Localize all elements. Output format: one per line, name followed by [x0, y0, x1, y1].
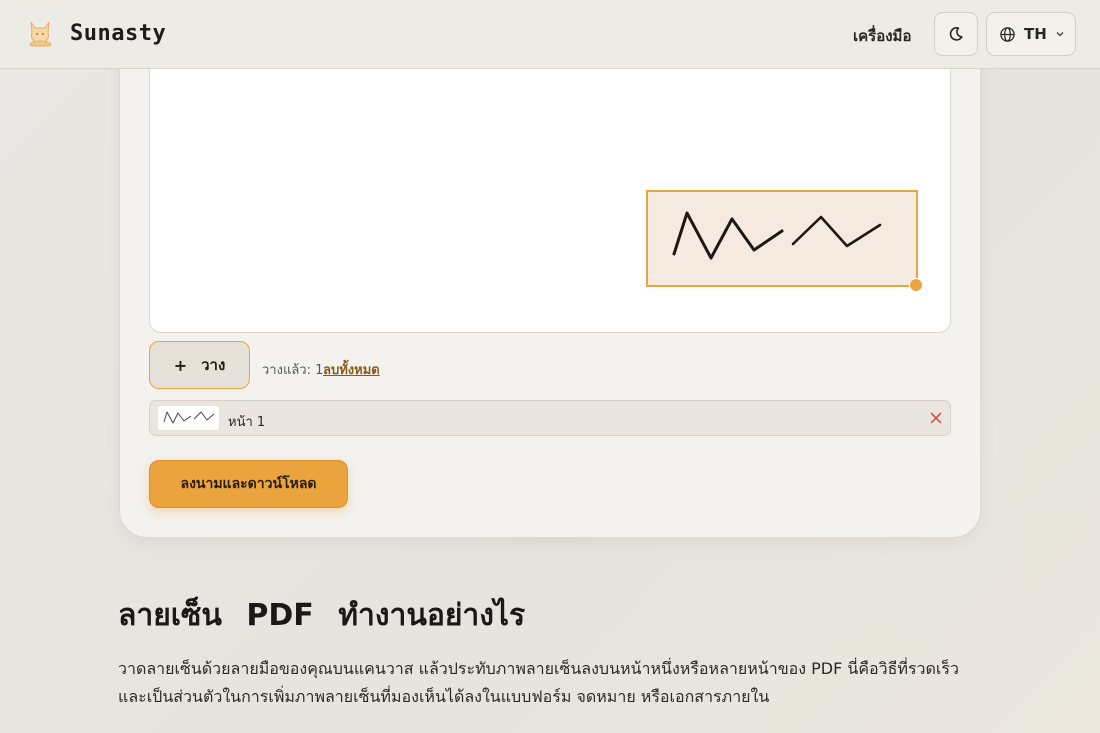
brand-link[interactable]: Sunasty [26, 18, 166, 48]
chevron-down-icon [1056, 32, 1064, 37]
brand-name: Sunasty [70, 20, 167, 46]
sign-and-download-button[interactable]: ลงนามและดาวน์โหลด [149, 460, 348, 508]
remove-placement-button[interactable] [928, 410, 944, 426]
placed-count: วางแล้ว: 1 [262, 363, 324, 378]
section-title: ลายเซ็น PDF ทำงานอย่างไร [118, 598, 526, 633]
nav-tools-link[interactable]: เครื่องมือ [853, 24, 911, 48]
top-navigation-bar: Sunasty เครื่องมือ TH [0, 0, 1100, 69]
clear-all-link[interactable]: ลบทั้งหมด [323, 359, 380, 380]
placement-page-label: หน้า 1 [228, 415, 266, 430]
place-button-label: วาง [201, 356, 226, 374]
moon-icon [949, 27, 963, 41]
placement-list-item: หน้า 1 [149, 400, 951, 436]
theme-toggle-button[interactable] [934, 12, 978, 56]
language-selector[interactable]: TH [986, 12, 1076, 56]
signature-stroke [672, 211, 882, 260]
plus-icon: + [173, 355, 188, 375]
section-paragraph: วาดลายเซ็นด้วยลายมือของคุณบนแคนวาส แล้วป… [118, 659, 959, 706]
close-icon [930, 412, 942, 424]
language-code: TH [1024, 25, 1047, 43]
place-signature-button[interactable]: + วาง [149, 341, 250, 389]
placed-signature[interactable] [646, 190, 918, 287]
signature-resize-handle[interactable] [909, 278, 923, 292]
globe-icon [1000, 26, 1015, 42]
signature-thumbnail [158, 406, 219, 430]
fox-logo-icon [29, 21, 52, 47]
